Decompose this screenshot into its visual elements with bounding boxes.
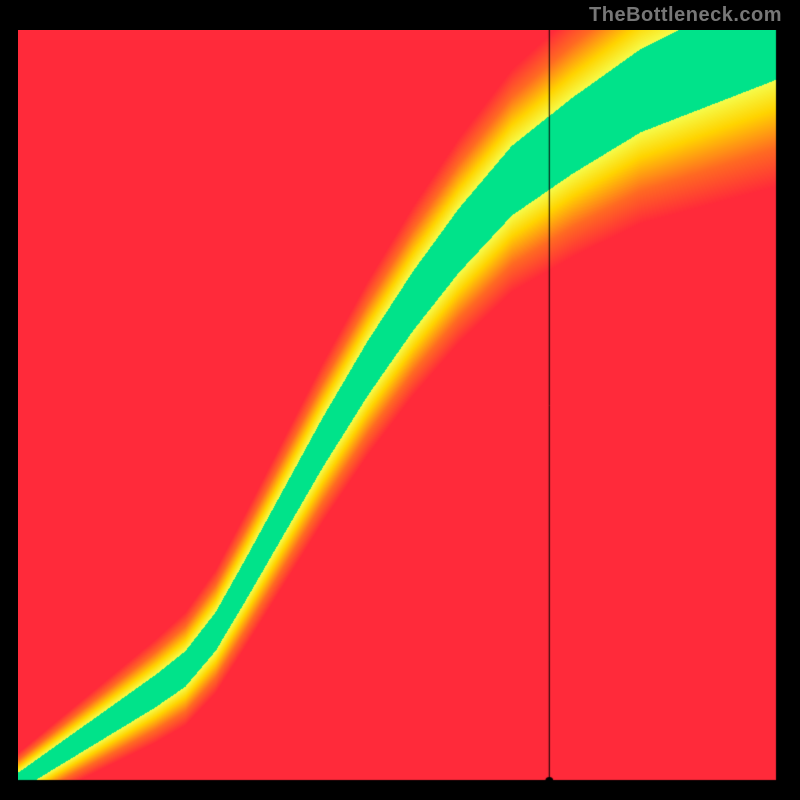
watermark-text: TheBottleneck.com — [589, 4, 782, 27]
bottleneck-heatmap — [18, 30, 778, 782]
chart-stage: TheBottleneck.com — [0, 0, 800, 800]
